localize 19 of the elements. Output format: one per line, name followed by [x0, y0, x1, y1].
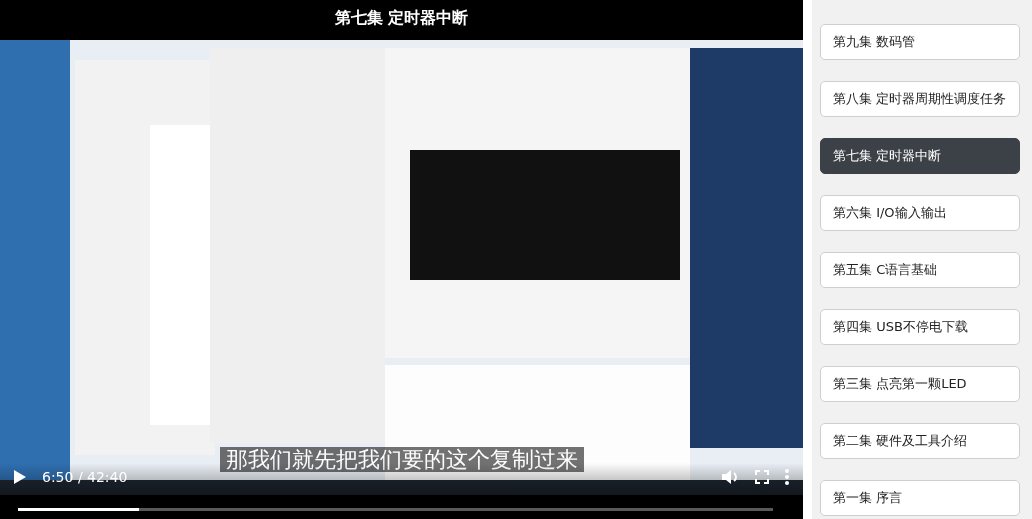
- episode-item[interactable]: 第三集 点亮第一颗LED: [820, 366, 1020, 402]
- episode-item[interactable]: 第二集 硬件及工具介绍: [820, 423, 1020, 459]
- fullscreen-icon: [755, 470, 769, 484]
- volume-button[interactable]: [721, 469, 739, 485]
- fullscreen-button[interactable]: [755, 470, 769, 484]
- progress-bar[interactable]: [18, 508, 773, 511]
- episode-item[interactable]: 第一集 序言: [820, 480, 1020, 516]
- episode-item[interactable]: 第八集 定时器周期性调度任务: [820, 81, 1020, 117]
- play-button[interactable]: [14, 470, 26, 484]
- play-icon: [14, 470, 26, 484]
- episode-item[interactable]: 第四集 USB不停电下载: [820, 309, 1020, 345]
- episode-item[interactable]: 第六集 I/O输入输出: [820, 195, 1020, 231]
- more-button[interactable]: [785, 469, 789, 485]
- episode-item[interactable]: 第九集 数码管: [820, 24, 1020, 60]
- more-icon: [785, 469, 789, 485]
- volume-icon: [721, 469, 739, 485]
- video-title: 第七集 定时器中断: [334, 8, 469, 27]
- episode-item[interactable]: 第七集 定时器中断: [820, 138, 1020, 174]
- episode-item[interactable]: 第五集 C语言基础: [820, 252, 1020, 288]
